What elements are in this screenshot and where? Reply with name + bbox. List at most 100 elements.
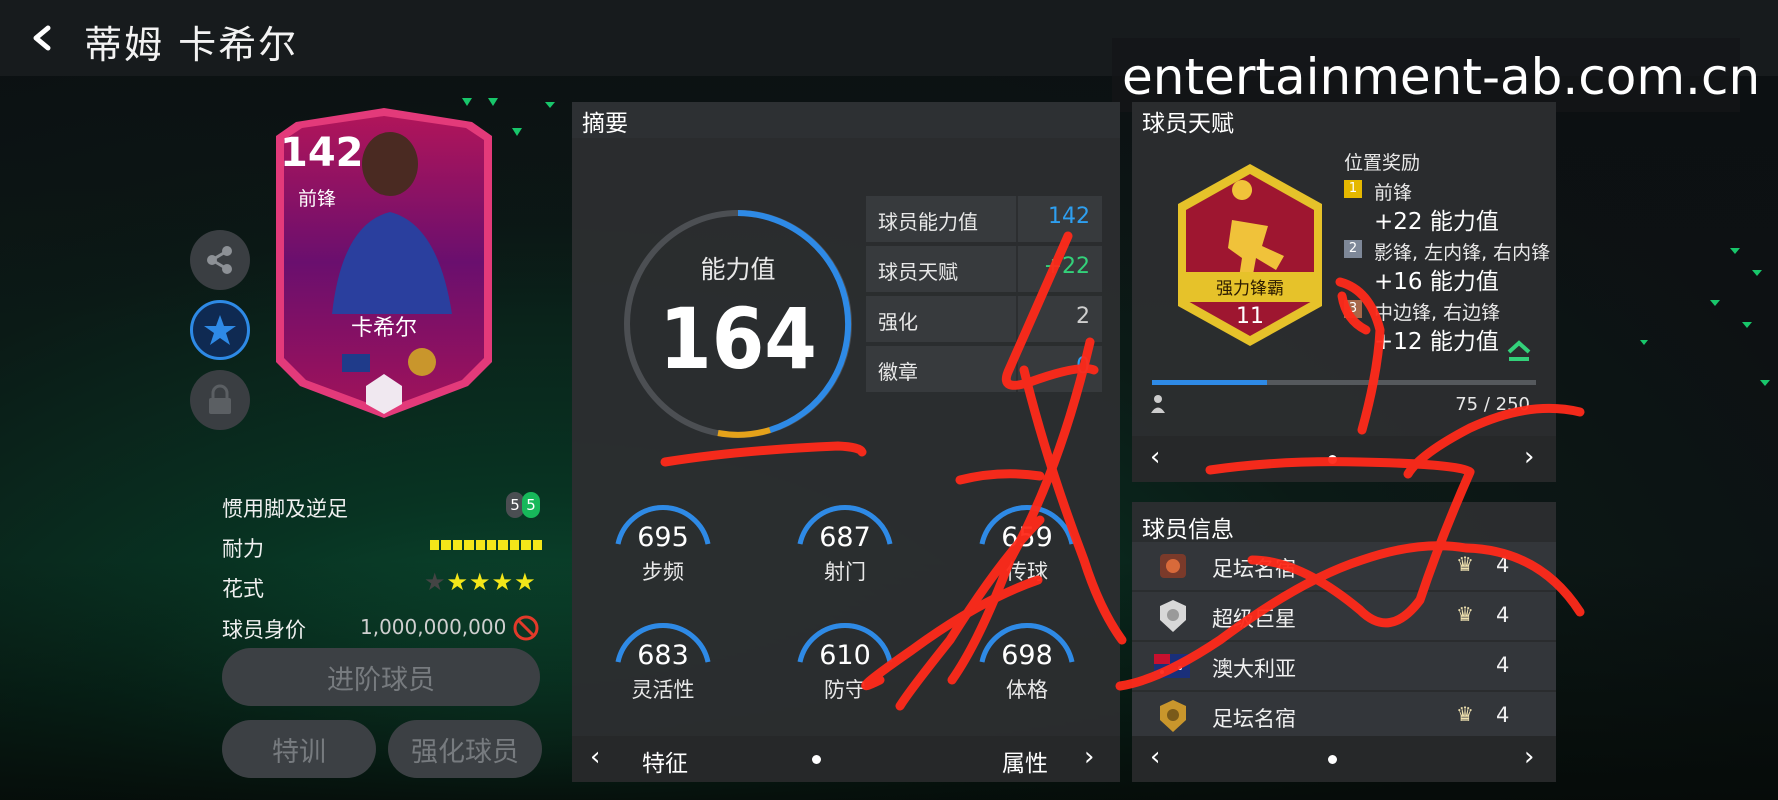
talent-footer: ‹ ›: [1132, 436, 1556, 482]
training-button[interactable]: 特训: [222, 720, 376, 778]
player-info-title: 球员信息: [1142, 517, 1234, 543]
stat-name: 射门: [824, 560, 866, 584]
upgrade-arrow-icon[interactable]: [1506, 340, 1532, 366]
next-page-icon[interactable]: ›: [1524, 442, 1534, 472]
list-item[interactable]: 澳大利亚 4: [1132, 642, 1556, 690]
footer-left-label[interactable]: 特征: [642, 744, 688, 778]
stat-value: 659: [1001, 522, 1053, 553]
page-dot: [1328, 455, 1337, 464]
strong-foot-value: 5: [522, 492, 540, 518]
bonus-positions: 前锋: [1374, 182, 1413, 204]
stat-value: 687: [819, 522, 871, 553]
skill-stars: ★★★★★: [424, 568, 537, 596]
back-icon[interactable]: [22, 18, 62, 58]
lock-button[interactable]: [190, 370, 250, 430]
australia-flag-icon: [1154, 654, 1190, 678]
bonus-positions: 中边锋, 右边锋: [1374, 302, 1501, 324]
stamina-bar: [430, 540, 543, 550]
info-count: 4: [1496, 553, 1510, 577]
summary-header: [572, 102, 1120, 138]
person-icon: [1150, 394, 1166, 418]
info-count: 4: [1496, 603, 1510, 627]
card-rating: 142: [280, 130, 364, 176]
stat-value: 695: [637, 522, 689, 553]
card-player-name: 卡希尔: [350, 316, 417, 341]
next-page-icon[interactable]: ›: [1524, 742, 1534, 772]
page-dot: [1328, 755, 1337, 764]
coach-icon: ♛: [1456, 702, 1474, 726]
info-count: 4: [1496, 653, 1510, 677]
stat-name: 步频: [642, 560, 684, 584]
info-label: 足坛名宿: [1212, 707, 1296, 731]
enhance-player-button[interactable]: 强化球员: [388, 720, 542, 778]
player-card[interactable]: 142 前锋 卡希尔: [262, 104, 506, 422]
table-row: 强化 2: [866, 296, 1102, 342]
silver-badge-icon: [1160, 600, 1186, 632]
stat-name: 防守: [824, 678, 866, 702]
bonus-positions: 影锋, 左内锋, 右内锋: [1374, 242, 1551, 264]
table-row: 球员天赋 +22: [866, 246, 1102, 292]
table-value: 142: [1048, 204, 1090, 229]
stat-gauge: 695 步频: [598, 492, 728, 602]
gold-badge-icon: [1160, 700, 1186, 732]
foot-label: 惯用脚及逆足: [222, 497, 348, 521]
card-position: 前锋: [298, 188, 337, 210]
player-info-footer: ‹ ›: [1132, 736, 1556, 782]
talent-title: 球员天赋: [1142, 111, 1234, 137]
summary-title: 摘要: [582, 111, 628, 137]
prev-page-icon[interactable]: ‹: [1150, 742, 1160, 772]
value-label: 球员身价: [222, 618, 306, 642]
rank-badge: 3: [1344, 300, 1362, 318]
list-item[interactable]: 足坛名宿 ♛ 4: [1132, 542, 1556, 590]
prev-page-icon[interactable]: ‹: [590, 742, 600, 772]
table-value: 2: [1076, 304, 1090, 329]
info-label: 超级巨星: [1212, 607, 1296, 631]
list-item[interactable]: 超级巨星 ♛ 4: [1132, 592, 1556, 640]
footer-right-label[interactable]: 属性: [1002, 744, 1048, 778]
share-icon: [207, 246, 232, 274]
stamina-label: 耐力: [222, 537, 264, 561]
watermark-text: entertainment-ab.com.cn: [1122, 48, 1761, 106]
stat-name: 传球: [1006, 560, 1048, 584]
rank-badge: 1: [1344, 180, 1362, 198]
summary-footer: ‹ 特征 属性 ›: [572, 736, 1120, 782]
bonus-value: +22 能力值: [1374, 209, 1499, 235]
stat-name: 灵活性: [631, 678, 695, 702]
untradable-icon: [512, 614, 540, 646]
stat-value: 610: [819, 640, 871, 671]
coach-icon: ♛: [1456, 552, 1474, 576]
filled-star-icon: ★★★★: [446, 568, 537, 596]
talent-progress-fill: [1152, 380, 1268, 385]
bonus-value: +16 能力值: [1374, 269, 1499, 295]
overall-label: 能力值: [700, 255, 776, 284]
table-row: 徽章 0: [866, 346, 1102, 392]
foot-badge: 5 5: [506, 492, 542, 520]
prev-page-icon[interactable]: ‹: [1150, 442, 1160, 472]
advance-player-button[interactable]: 进阶球员: [222, 648, 540, 706]
talent-progress-text: 75 / 250: [1455, 394, 1530, 415]
talent-progress-track: [1152, 380, 1536, 385]
next-page-icon[interactable]: ›: [1084, 742, 1094, 772]
table-row: 球员能力值 142: [866, 196, 1102, 242]
favorite-button[interactable]: [190, 300, 250, 360]
stat-name: 体格: [1006, 678, 1048, 702]
star-icon: [204, 315, 236, 345]
info-label: 足坛名宿: [1212, 557, 1296, 581]
empty-star-icon: ★: [424, 568, 447, 596]
rank-badge: 2: [1344, 240, 1362, 258]
stat-gauge: 683 灵活性: [598, 610, 728, 720]
stat-value: 683: [637, 640, 689, 671]
info-count: 4: [1496, 703, 1510, 727]
lock-icon: [209, 384, 231, 414]
club-badge-icon: [1160, 554, 1186, 578]
info-label: 澳大利亚: [1212, 657, 1296, 681]
position-bonus-label: 位置奖励: [1344, 152, 1421, 174]
page-title: 蒂姆 卡希尔: [84, 23, 299, 67]
share-button[interactable]: [190, 230, 250, 290]
talent-badge-name: 强力锋霸: [1216, 279, 1284, 299]
table-value: +22: [1043, 254, 1090, 279]
stat-gauge: 659 传球: [962, 492, 1092, 602]
skill-label: 花式: [222, 577, 264, 601]
stat-gauge: 610 防守: [780, 610, 910, 720]
list-item[interactable]: 足坛名宿 ♛ 4: [1132, 692, 1556, 740]
